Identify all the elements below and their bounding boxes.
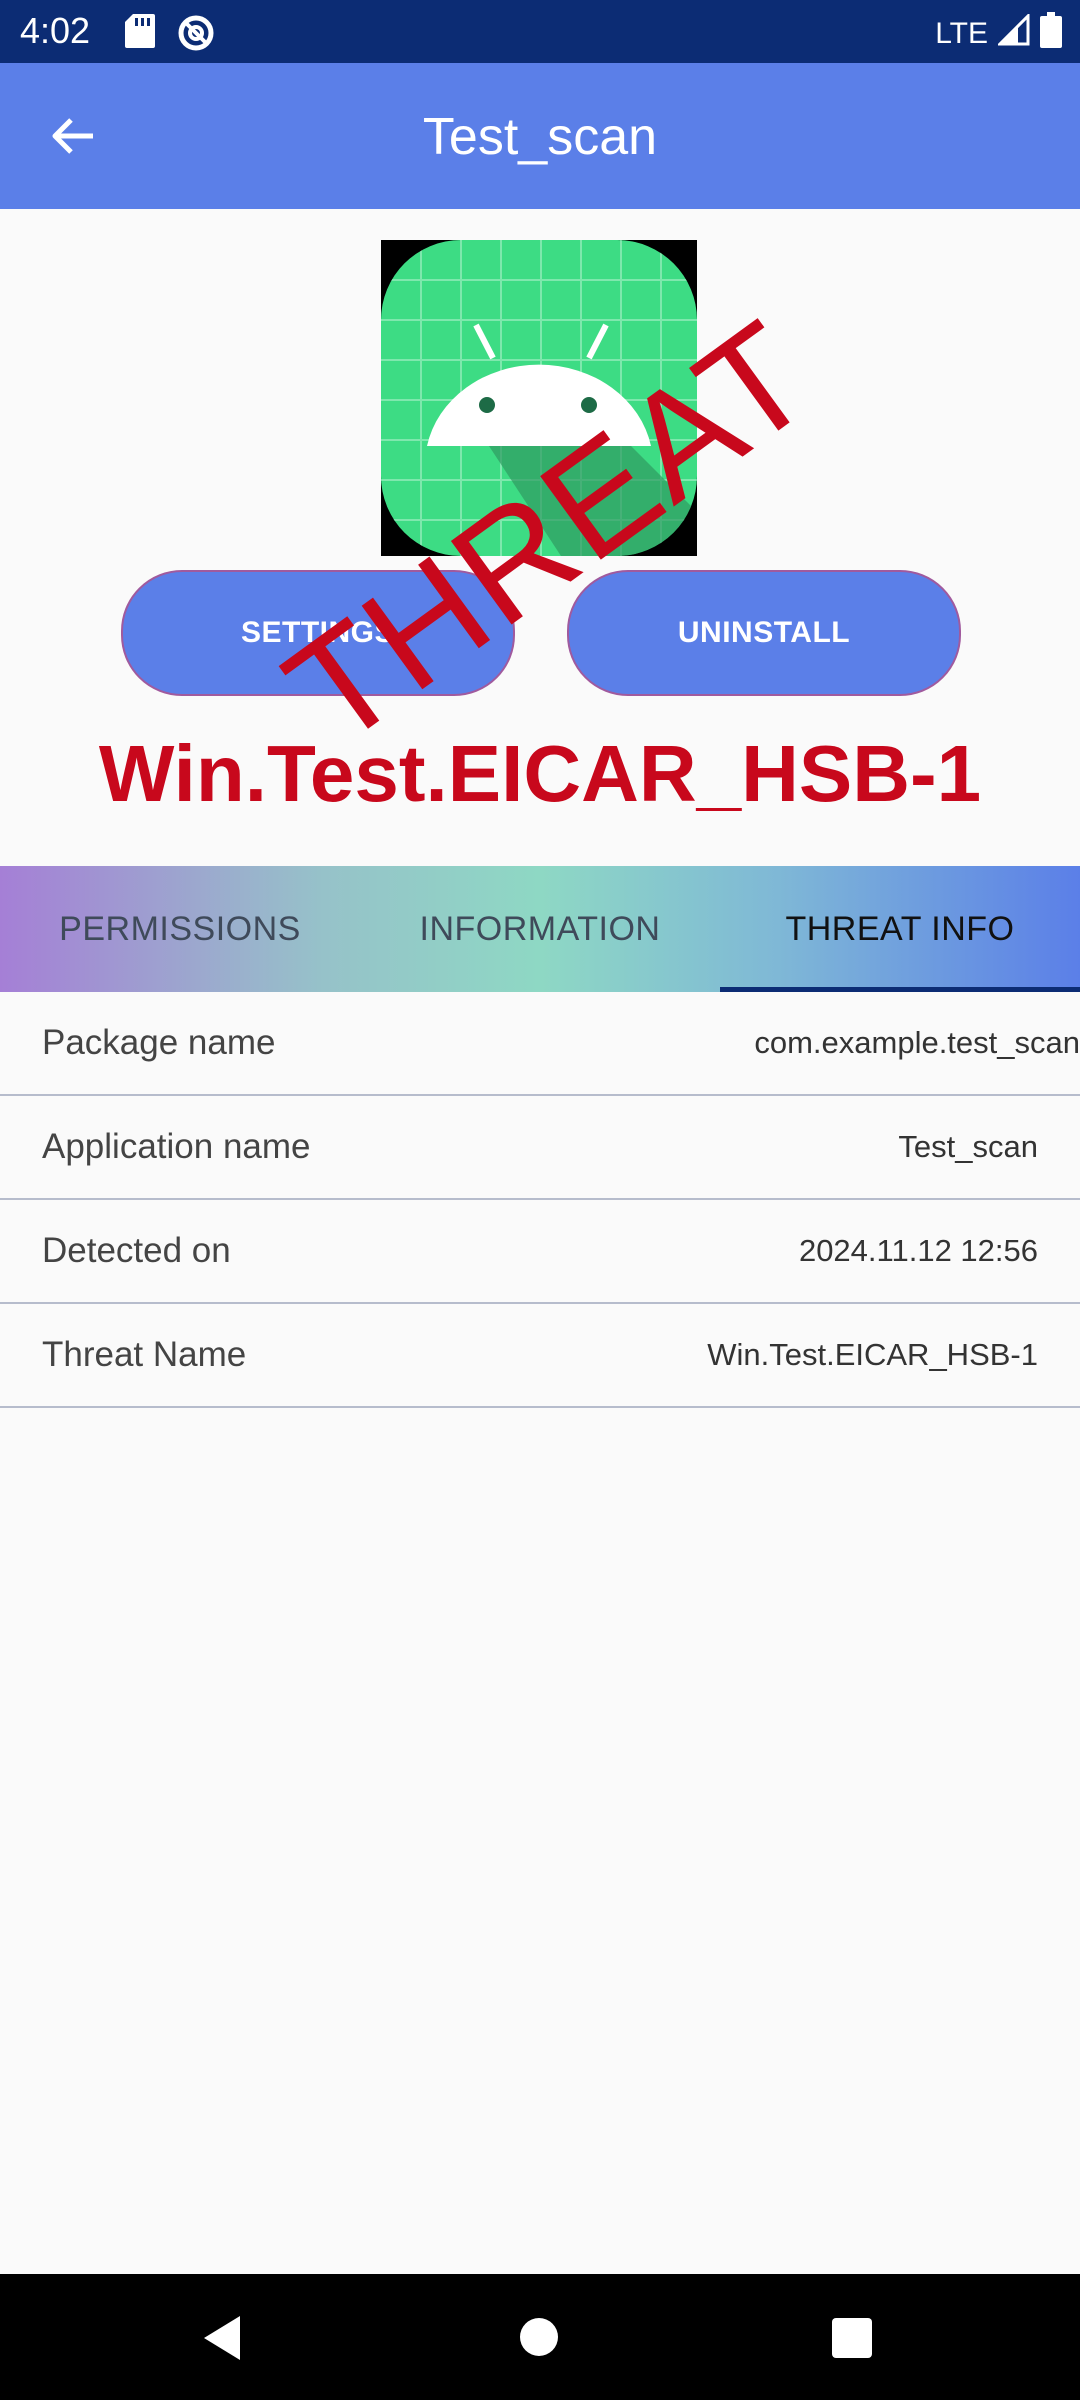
row-label: Threat Name	[42, 1335, 247, 1374]
nav-back-icon[interactable]	[200, 2314, 244, 2367]
threat-name-heading: Win.Test.EICAR_HSB-1	[98, 729, 982, 818]
app-bar: Test_scan	[0, 63, 1080, 209]
nav-home-icon[interactable]	[520, 2318, 558, 2356]
battery-icon	[1040, 12, 1062, 56]
tab-information[interactable]: INFORMATION	[360, 866, 720, 992]
row-value: Win.Test.EICAR_HSB-1	[707, 1337, 1038, 1372]
sd-card-icon	[125, 14, 155, 57]
row-value: Test_scan	[898, 1129, 1038, 1164]
tab-permissions[interactable]: PERMISSIONS	[0, 866, 360, 992]
status-bar: 4:02 LTE	[0, 0, 1080, 63]
row-value: 2024.11.12 12:56	[798, 1233, 1038, 1268]
page-title: Test_scan	[422, 108, 658, 166]
nav-recents-icon[interactable]	[832, 2318, 872, 2358]
system-nav-bar	[0, 2274, 1080, 2400]
list-item: Application name Test_scan	[0, 1096, 1080, 1200]
list-item: Detected on 2024.11.12 12:56	[0, 1200, 1080, 1304]
network-type: LTE	[935, 17, 988, 50]
row-label: Application name	[42, 1127, 311, 1166]
list-item: Package name com.example.test_scan	[0, 992, 1080, 1096]
row-label: Detected on	[42, 1231, 231, 1270]
row-value: com.example.test_scan	[754, 1025, 1080, 1060]
uninstall-button[interactable]: UNINSTALL	[567, 570, 961, 696]
signal-icon	[996, 12, 1030, 54]
tab-threat-info[interactable]: THREAT INFO	[720, 866, 1080, 992]
tab-bar: PERMISSIONS INFORMATION THREAT INFO	[0, 866, 1080, 992]
at-sign-icon	[177, 14, 215, 57]
status-time: 4:02	[20, 10, 91, 51]
row-label: Package name	[42, 1023, 276, 1062]
list-item: Threat Name Win.Test.EICAR_HSB-1	[0, 1304, 1080, 1408]
threat-info-list: Package name com.example.test_scan Appli…	[0, 992, 1080, 1408]
